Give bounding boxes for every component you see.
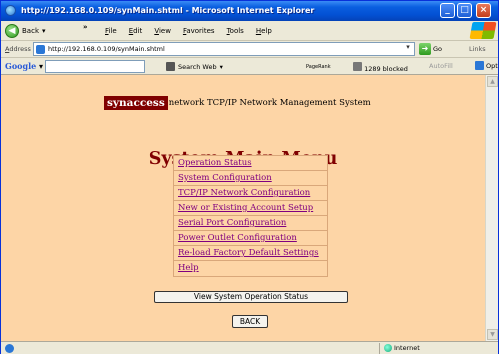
list-item: System Configuration — [174, 171, 327, 186]
google-logo[interactable]: Google ▾ — [5, 61, 43, 71]
page-status-icon — [5, 344, 14, 353]
main-menu-table: Operation Status System Configuration TC… — [173, 155, 328, 277]
toolbar-overflow-icon[interactable]: » — [83, 23, 88, 31]
link-system-configuration[interactable]: System Configuration — [178, 173, 272, 183]
pagerank-label: PageRank — [306, 64, 331, 70]
chevron-down-icon[interactable]: ▾ — [42, 27, 46, 35]
menu-bar: ◀ Back ▾ » File Edit View Favorites Tool… — [1, 21, 498, 41]
links-label[interactable]: Links — [469, 45, 486, 53]
back-nav-label: Back — [22, 27, 39, 35]
vertical-scrollbar[interactable]: ▲ ▼ — [485, 75, 498, 341]
google-toolbar: Google ▾ Search Web ▾ PageRank 1289 bloc… — [1, 58, 498, 75]
status-bar: Internet — [1, 341, 498, 354]
link-account-setup[interactable]: New or Existing Account Setup — [178, 203, 313, 213]
link-help[interactable]: Help — [178, 263, 199, 273]
globe-icon — [384, 344, 392, 352]
popup-blocker-icon — [353, 62, 362, 71]
address-label: Address — [5, 45, 31, 53]
list-item: Power Outlet Configuration — [174, 231, 327, 246]
menu-view[interactable]: View — [154, 27, 171, 35]
menu-tools[interactable]: Tools — [227, 27, 244, 35]
list-item: Operation Status — [174, 156, 327, 171]
options-label: Opt — [486, 61, 498, 70]
brand-suffix: network TCP/IP Network Management System — [168, 98, 371, 108]
address-input[interactable]: http://192.168.0.109/synMain.shtml — [33, 42, 415, 56]
view-status-button[interactable]: View System Operation Status — [154, 291, 348, 303]
menu-favorites[interactable]: Favorites — [183, 27, 215, 35]
windows-logo-icon — [469, 22, 497, 39]
list-item: Serial Port Configuration — [174, 216, 327, 231]
scroll-down-icon[interactable]: ▼ — [487, 329, 498, 340]
page-content: synaccess network TCP/IP Network Managem… — [1, 75, 485, 341]
back-arrow-icon: ◀ — [5, 24, 19, 38]
back-nav-button[interactable]: ◀ Back ▾ — [5, 23, 46, 39]
google-logo-text: Google — [5, 61, 37, 71]
address-dropdown-icon[interactable]: ▾ — [403, 43, 413, 53]
go-label: Go — [433, 45, 443, 53]
popup-blocker-button[interactable]: 1289 blocked — [353, 62, 408, 73]
go-arrow-icon: ➜ — [419, 43, 431, 55]
chevron-down-icon: ▾ — [219, 62, 223, 71]
zone-label: Internet — [394, 344, 420, 352]
maximize-button[interactable]: □ — [457, 3, 472, 18]
link-operation-status[interactable]: Operation Status — [178, 158, 252, 168]
menu-help[interactable]: Help — [256, 27, 272, 35]
google-search-web-label: Search Web — [178, 62, 217, 71]
brand-logo: synaccess — [104, 96, 168, 110]
autofill-button[interactable]: AutoFill — [429, 62, 453, 70]
minimize-button[interactable]: _ — [440, 3, 455, 18]
menu-items: File Edit View Favorites Tools Help — [105, 27, 272, 35]
back-button[interactable]: BACK — [232, 315, 268, 328]
link-power-outlet-configuration[interactable]: Power Outlet Configuration — [178, 233, 297, 243]
link-serial-port-configuration[interactable]: Serial Port Configuration — [178, 218, 286, 228]
link-tcpip-network-configuration[interactable]: TCP/IP Network Configuration — [178, 188, 310, 198]
page-icon — [36, 45, 45, 54]
list-item: Re-load Factory Default Settings — [174, 246, 327, 261]
pagerank-indicator[interactable]: PageRank — [306, 62, 331, 70]
menu-file[interactable]: File — [105, 27, 117, 35]
list-item: Help — [174, 261, 327, 276]
blocked-count: 1289 blocked — [364, 65, 408, 73]
google-search-input[interactable] — [45, 60, 145, 73]
options-icon — [475, 61, 484, 70]
security-zone: Internet — [379, 343, 496, 354]
google-search-web-button[interactable]: Search Web ▾ — [166, 62, 223, 71]
list-item: New or Existing Account Setup — [174, 201, 327, 216]
window-title: http://192.168.0.109/synMain.shtml - Mic… — [21, 6, 315, 15]
browser-window: http://192.168.0.109/synMain.shtml - Mic… — [0, 0, 499, 354]
title-bar: http://192.168.0.109/synMain.shtml - Mic… — [1, 1, 498, 21]
list-item: TCP/IP Network Configuration — [174, 186, 327, 201]
options-button[interactable]: Opt — [475, 61, 498, 70]
close-button[interactable]: × — [476, 3, 491, 18]
go-button[interactable]: ➜ Go — [419, 43, 442, 55]
address-bar: Address http://192.168.0.109/synMain.sht… — [1, 41, 498, 58]
binoculars-icon — [166, 62, 175, 71]
autofill-label: AutoFill — [429, 62, 453, 70]
menu-edit[interactable]: Edit — [129, 27, 143, 35]
ie-icon — [5, 5, 16, 16]
address-url: http://192.168.0.109/synMain.shtml — [48, 45, 165, 53]
link-factory-default[interactable]: Re-load Factory Default Settings — [178, 248, 319, 258]
brand-header: synaccess network TCP/IP Network Managem… — [104, 96, 371, 110]
scroll-up-icon[interactable]: ▲ — [487, 76, 498, 87]
